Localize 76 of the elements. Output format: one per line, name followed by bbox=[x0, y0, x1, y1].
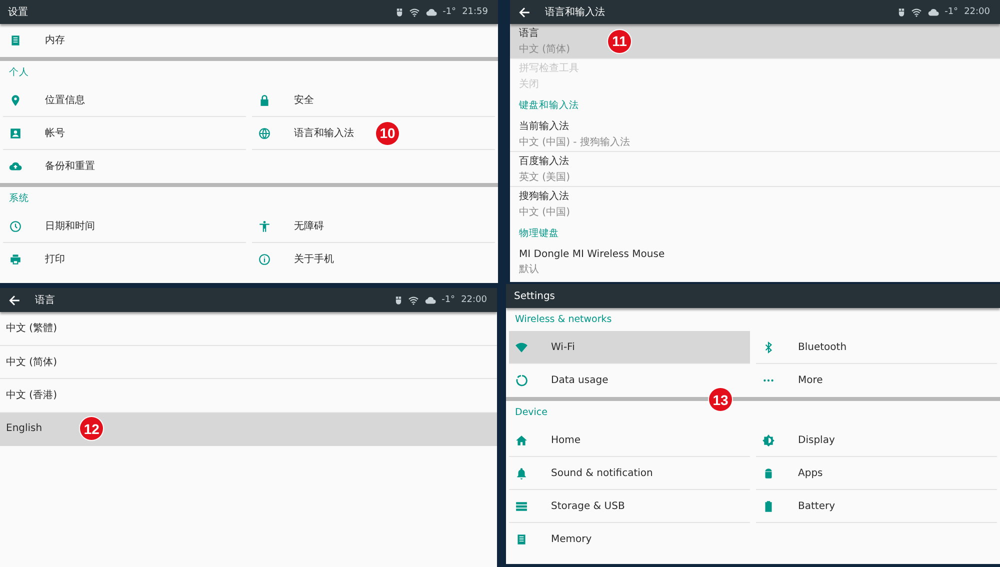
settings-item[interactable]: 搜狗输入法 中文 (中国) bbox=[510, 187, 1000, 222]
mouse-icon bbox=[898, 8, 905, 16]
settings-item[interactable]: Battery bbox=[756, 490, 997, 523]
settings-item[interactable]: 无障碍 bbox=[252, 210, 495, 243]
status-temperature: -1° bbox=[442, 7, 456, 17]
status-temperature: -1° bbox=[944, 7, 958, 17]
back-arrow-icon[interactable] bbox=[518, 6, 531, 18]
settings-item[interactable]: 打印 bbox=[3, 243, 246, 276]
memory-icon bbox=[515, 532, 528, 546]
settings-item[interactable]: Apps bbox=[756, 457, 997, 490]
settings-item[interactable]: Display bbox=[756, 424, 997, 457]
mouse-icon bbox=[396, 8, 403, 16]
number-badge: 10 bbox=[376, 122, 399, 144]
settings-item[interactable]: MI Dongle MI Wireless Mouse 默认 bbox=[510, 245, 1000, 280]
number-badge: 12 bbox=[80, 417, 104, 440]
settings-item[interactable]: Home bbox=[509, 424, 750, 457]
settings-item[interactable]: 语言和输入法 10 bbox=[252, 117, 495, 150]
settings-item[interactable]: 帐号 bbox=[3, 117, 246, 150]
settings-item[interactable]: 中文 (简体) bbox=[0, 346, 497, 379]
clock-icon bbox=[9, 220, 22, 232]
accessibility-icon bbox=[258, 220, 271, 232]
number-badge: 13 bbox=[709, 388, 732, 411]
settings-item[interactable]: 备份和重置 bbox=[3, 150, 246, 183]
home-icon bbox=[515, 434, 528, 446]
wifi-icon bbox=[910, 8, 922, 16]
status-temperature: -1° bbox=[442, 295, 456, 305]
section-header: 键盘和输入法 bbox=[519, 99, 579, 112]
mouse-icon bbox=[394, 296, 402, 304]
info-icon bbox=[258, 252, 271, 266]
cloud-icon bbox=[426, 8, 437, 16]
status-time: 22:00 bbox=[461, 295, 487, 305]
settings-item[interactable]: 当前输入法 中文 (中国) - 搜狗输入法 bbox=[510, 117, 1000, 152]
memory-icon bbox=[9, 34, 22, 46]
cloud-upload-icon bbox=[9, 160, 22, 172]
settings-item[interactable]: English 12 bbox=[0, 412, 497, 446]
number-badge: 11 bbox=[608, 30, 631, 52]
settings-item[interactable]: More bbox=[756, 364, 997, 397]
settings-item[interactable]: 位置信息 bbox=[3, 84, 246, 117]
settings-item[interactable]: 中文 (繁體) bbox=[0, 312, 497, 346]
account-icon bbox=[9, 126, 22, 140]
section-header: 个人 bbox=[9, 66, 29, 79]
settings-item[interactable]: 关于手机 bbox=[252, 243, 495, 276]
wifi-icon bbox=[515, 340, 528, 354]
globe-icon bbox=[258, 126, 271, 140]
section-header: 系统 bbox=[9, 192, 29, 205]
settings-item[interactable]: Bluetooth bbox=[756, 331, 997, 364]
wifi-icon bbox=[408, 296, 419, 304]
settings-item[interactable]: Memory bbox=[509, 523, 750, 556]
status-time: 21:59 bbox=[462, 7, 488, 17]
settings-item[interactable]: Sound & notification bbox=[509, 457, 750, 490]
cloud-icon bbox=[928, 8, 939, 16]
screen-title: 语言 bbox=[35, 294, 55, 307]
section-header: Wireless & networks bbox=[515, 314, 612, 325]
settings-item[interactable]: 语言 中文 (简体) 11 bbox=[510, 24, 1000, 59]
settings-item[interactable]: 内存 bbox=[3, 24, 246, 57]
bell-icon bbox=[515, 466, 528, 480]
location-pin-icon bbox=[9, 94, 22, 106]
screen-title: 语言和输入法 bbox=[545, 6, 605, 19]
settings-item[interactable]: 日期和时间 bbox=[3, 210, 246, 243]
status-time: 22:00 bbox=[964, 7, 990, 17]
settings-item[interactable]: Storage & USB bbox=[509, 490, 750, 523]
back-arrow-icon[interactable] bbox=[8, 294, 21, 306]
printer-icon bbox=[9, 252, 22, 266]
wifi-icon bbox=[408, 8, 420, 16]
cloud-icon bbox=[424, 296, 436, 304]
settings-item[interactable]: Wi-Fi bbox=[509, 331, 750, 364]
data-usage-icon bbox=[515, 374, 528, 386]
storage-icon bbox=[515, 500, 528, 512]
section-header: Device bbox=[515, 407, 548, 418]
screen-title: Settings bbox=[514, 290, 556, 302]
settings-item[interactable]: 安全 bbox=[252, 84, 495, 117]
settings-item[interactable]: 百度输入法 英文 (美国) bbox=[510, 152, 1000, 187]
brightness-icon bbox=[762, 434, 775, 446]
lock-icon bbox=[258, 94, 271, 106]
screen-title: 设置 bbox=[8, 6, 28, 19]
section-header: 物理键盘 bbox=[519, 227, 559, 240]
